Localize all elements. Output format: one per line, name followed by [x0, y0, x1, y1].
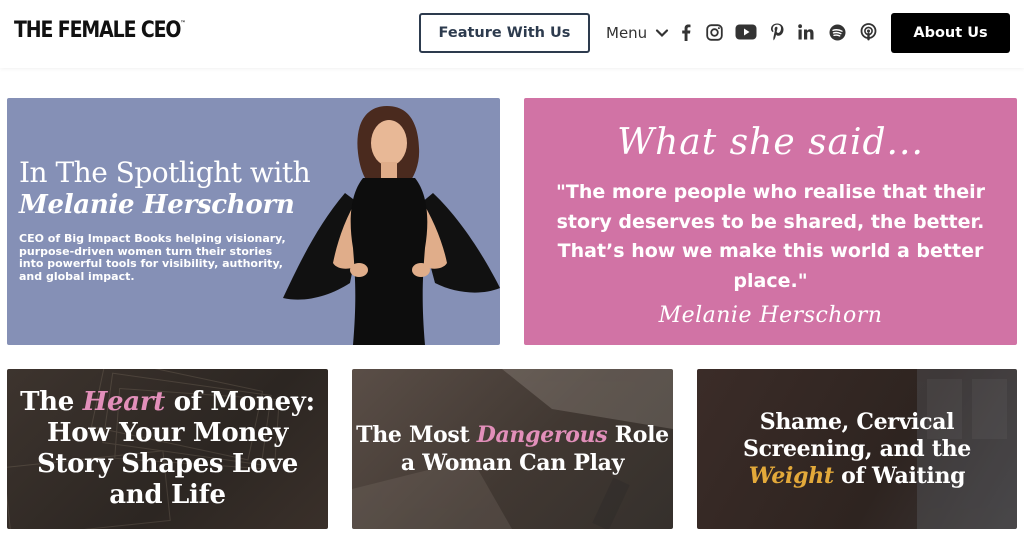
- menu-label: Menu: [606, 24, 648, 42]
- quote-heading: What she said...: [617, 122, 924, 163]
- quote-text: "The more people who realise that their …: [556, 181, 985, 292]
- site-header: THE FEMALE CEO™ Feature With Us Menu Abo…: [0, 0, 1024, 68]
- instagram-icon[interactable]: [704, 22, 724, 42]
- quote-card[interactable]: What she said... "The more people who re…: [524, 98, 1017, 345]
- article-title-accent: Heart: [82, 387, 165, 417]
- article-title-part: Shame, Cervical Screening, and the: [743, 408, 971, 462]
- feature-with-us-button[interactable]: Feature With Us: [419, 13, 590, 53]
- spotlight-name: Melanie Herschorn: [19, 190, 295, 220]
- spotlight-card[interactable]: In The Spotlight with Melanie Herschorn …: [7, 98, 500, 345]
- podcast-icon[interactable]: [858, 22, 878, 42]
- article-title-part: The: [20, 387, 83, 417]
- article-title-accent: Dangerous: [476, 422, 608, 448]
- article-title-part: The Most: [356, 422, 477, 448]
- article-title: The Most Dangerous Role a Woman Can Play: [352, 421, 673, 477]
- linkedin-icon[interactable]: [796, 22, 816, 42]
- menu-toggle[interactable]: Menu: [606, 22, 669, 44]
- quote-signature: Melanie Herschorn: [658, 303, 883, 328]
- article-card-dangerous-role[interactable]: The Most Dangerous Role a Woman Can Play: [352, 369, 673, 529]
- article-card-money[interactable]: The Heart of Money: How Your Money Story…: [7, 369, 328, 529]
- logo-trademark: ™: [180, 20, 186, 27]
- youtube-icon[interactable]: [734, 22, 758, 42]
- article-title-part: of Waiting: [833, 462, 966, 489]
- featured-woman-image: [283, 106, 500, 345]
- about-us-button[interactable]: About Us: [891, 13, 1010, 53]
- article-title-accent: Weight: [748, 462, 834, 489]
- facebook-icon[interactable]: [676, 22, 696, 42]
- site-logo[interactable]: THE FEMALE CEO™: [14, 18, 186, 43]
- spotlight-title: In The Spotlight with: [19, 156, 311, 189]
- chevron-down-icon: [656, 29, 669, 38]
- article-card-cervical-screening[interactable]: Shame, Cervical Screening, and the Weigh…: [697, 369, 1017, 529]
- pinterest-icon[interactable]: [767, 22, 787, 42]
- spotify-icon[interactable]: [827, 22, 847, 42]
- article-title: Shame, Cervical Screening, and the Weigh…: [697, 409, 1017, 490]
- spotlight-description: CEO of Big Impact Books helping visionar…: [19, 232, 286, 283]
- logo-text: THE FEMALE CEO: [14, 18, 182, 43]
- article-title: The Heart of Money: How Your Money Story…: [7, 387, 328, 511]
